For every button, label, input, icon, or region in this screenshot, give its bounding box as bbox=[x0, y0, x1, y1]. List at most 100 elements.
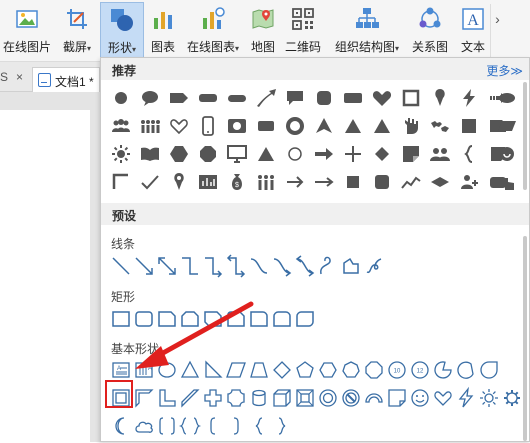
shape-trapezoid[interactable] bbox=[247, 358, 271, 382]
shape-world-map[interactable] bbox=[428, 114, 452, 138]
org-chart-button[interactable]: 组织结构图▾ bbox=[330, 2, 404, 60]
shape-snip-diagonal[interactable] bbox=[201, 307, 225, 331]
shape-circle[interactable] bbox=[109, 86, 133, 110]
shape-heart[interactable] bbox=[370, 86, 394, 110]
shape-round-same-side[interactable] bbox=[270, 307, 294, 331]
textbox-button[interactable]: A 文本 bbox=[458, 2, 488, 60]
map-button[interactable]: 地图 bbox=[248, 2, 278, 60]
shape-chord[interactable] bbox=[454, 358, 478, 382]
shape-curved-connector[interactable] bbox=[247, 254, 271, 278]
shape-can[interactable] bbox=[247, 386, 271, 410]
shape-pin[interactable] bbox=[428, 86, 452, 110]
shape-heart-outline[interactable] bbox=[167, 114, 191, 138]
shape-pie[interactable] bbox=[431, 358, 455, 382]
shape-money-bag[interactable]: $ bbox=[225, 170, 249, 194]
more-link[interactable]: 更多≫ bbox=[486, 62, 523, 79]
shape-lightning-outline[interactable] bbox=[454, 386, 478, 410]
document-tab[interactable]: 文档1 * bbox=[32, 67, 100, 92]
shape-location[interactable] bbox=[167, 170, 191, 194]
shape-snip-single-corner[interactable] bbox=[155, 307, 179, 331]
screenshot-button[interactable]: 截屏▾ bbox=[58, 2, 96, 60]
shape-right-brace[interactable] bbox=[270, 414, 294, 438]
shape-curve[interactable] bbox=[316, 254, 340, 278]
shape-round-diagonal[interactable] bbox=[293, 307, 317, 331]
close-icon[interactable]: × bbox=[16, 70, 23, 84]
shape-gear-outline[interactable] bbox=[500, 386, 524, 410]
shape-freeform[interactable] bbox=[339, 254, 363, 278]
shape-diamond[interactable] bbox=[370, 142, 394, 166]
shape-vertical-text-box[interactable]: A bbox=[132, 358, 156, 382]
shape-person-add[interactable] bbox=[457, 170, 481, 194]
preset-scrollbar[interactable] bbox=[523, 236, 527, 441]
shape-monitor[interactable] bbox=[225, 142, 249, 166]
shape-text-box[interactable]: A bbox=[109, 358, 133, 382]
shape-curved-arrow[interactable] bbox=[254, 86, 278, 110]
shape-frame[interactable] bbox=[399, 86, 423, 110]
shape-plus[interactable] bbox=[341, 142, 365, 166]
recommended-scrollbar[interactable] bbox=[523, 82, 527, 190]
shape-arrowhead[interactable] bbox=[312, 114, 336, 138]
shape-globe-box[interactable] bbox=[225, 114, 249, 138]
shapes-button[interactable]: 形状▾ bbox=[100, 2, 144, 60]
shape-rounded-square[interactable] bbox=[312, 86, 336, 110]
shape-rounded-rect[interactable] bbox=[254, 114, 278, 138]
shape-capsule[interactable] bbox=[225, 86, 249, 110]
shape-octagon-outline[interactable] bbox=[362, 358, 386, 382]
shape-plaque[interactable] bbox=[224, 386, 248, 410]
shape-parallelogram[interactable] bbox=[495, 114, 519, 138]
shape-hand[interactable] bbox=[399, 114, 423, 138]
shape-check[interactable] bbox=[138, 170, 162, 194]
shape-folded-corner-outline[interactable] bbox=[385, 386, 409, 410]
shape-oval[interactable] bbox=[155, 358, 179, 382]
shape-snip-same-side[interactable] bbox=[178, 307, 202, 331]
shape-circle-outline[interactable] bbox=[283, 142, 307, 166]
shape-snip-round[interactable] bbox=[224, 307, 248, 331]
shape-heptagon-outline[interactable] bbox=[339, 358, 363, 382]
chart-button[interactable]: 图表 bbox=[148, 2, 178, 60]
shape-octagon[interactable] bbox=[196, 142, 220, 166]
shape-square-small[interactable] bbox=[341, 170, 365, 194]
shape-pentagon-arrow[interactable] bbox=[167, 86, 191, 110]
shape-pentagon-outline[interactable] bbox=[293, 358, 317, 382]
shape-line-double-arrow[interactable] bbox=[155, 254, 179, 278]
shape-scribble[interactable] bbox=[362, 254, 386, 278]
shape-smiley-face[interactable] bbox=[408, 386, 432, 410]
shape-bevel[interactable] bbox=[293, 386, 317, 410]
shape-triangle[interactable] bbox=[341, 114, 365, 138]
shape-teardrop[interactable] bbox=[477, 358, 501, 382]
shape-sun-outline[interactable] bbox=[477, 386, 501, 410]
online-picture-button[interactable]: 在线图片 bbox=[2, 2, 52, 60]
shape-cross[interactable] bbox=[201, 386, 225, 410]
previous-tab-fragment[interactable]: S bbox=[0, 70, 8, 84]
shape-half-frame[interactable] bbox=[132, 386, 156, 410]
shape-double-bracket[interactable] bbox=[155, 414, 179, 438]
shape-triangle-2[interactable] bbox=[370, 114, 394, 138]
shape-tablet[interactable] bbox=[196, 114, 220, 138]
shape-wide-rect[interactable] bbox=[341, 86, 365, 110]
shape-block-arc[interactable] bbox=[362, 386, 386, 410]
shape-donut-outline[interactable] bbox=[316, 386, 340, 410]
shape-hand-pointer[interactable] bbox=[495, 170, 519, 194]
shape-trend-line[interactable] bbox=[399, 170, 423, 194]
shape-arrow-long[interactable] bbox=[312, 170, 336, 194]
shape-diamond-outline[interactable] bbox=[270, 358, 294, 382]
shape-right-bracket[interactable] bbox=[224, 414, 248, 438]
shape-left-brace[interactable] bbox=[247, 414, 271, 438]
shape-rounded-rectangle[interactable] bbox=[132, 307, 156, 331]
shape-book[interactable] bbox=[138, 142, 162, 166]
shape-arrow-right-thin[interactable] bbox=[283, 170, 307, 194]
shape-diagonal-stripe[interactable] bbox=[178, 386, 202, 410]
shape-spiral[interactable] bbox=[495, 142, 519, 166]
shape-triangle-3[interactable] bbox=[254, 142, 278, 166]
shape-heart-basic[interactable] bbox=[431, 386, 455, 410]
online-chart-button[interactable]: 在线图表▾ bbox=[182, 2, 244, 60]
shape-people-group[interactable] bbox=[109, 114, 133, 138]
shape-moon[interactable] bbox=[109, 414, 133, 438]
shape-corner[interactable] bbox=[109, 170, 133, 194]
shape-rounded-square-2[interactable] bbox=[370, 170, 394, 194]
ribbon-scroll-right[interactable]: › bbox=[490, 4, 504, 58]
shape-ellipse[interactable] bbox=[495, 86, 519, 110]
shape-hexagon-outline[interactable] bbox=[316, 358, 340, 382]
shape-right-triangle[interactable] bbox=[201, 358, 225, 382]
shape-isosceles-triangle[interactable] bbox=[178, 358, 202, 382]
